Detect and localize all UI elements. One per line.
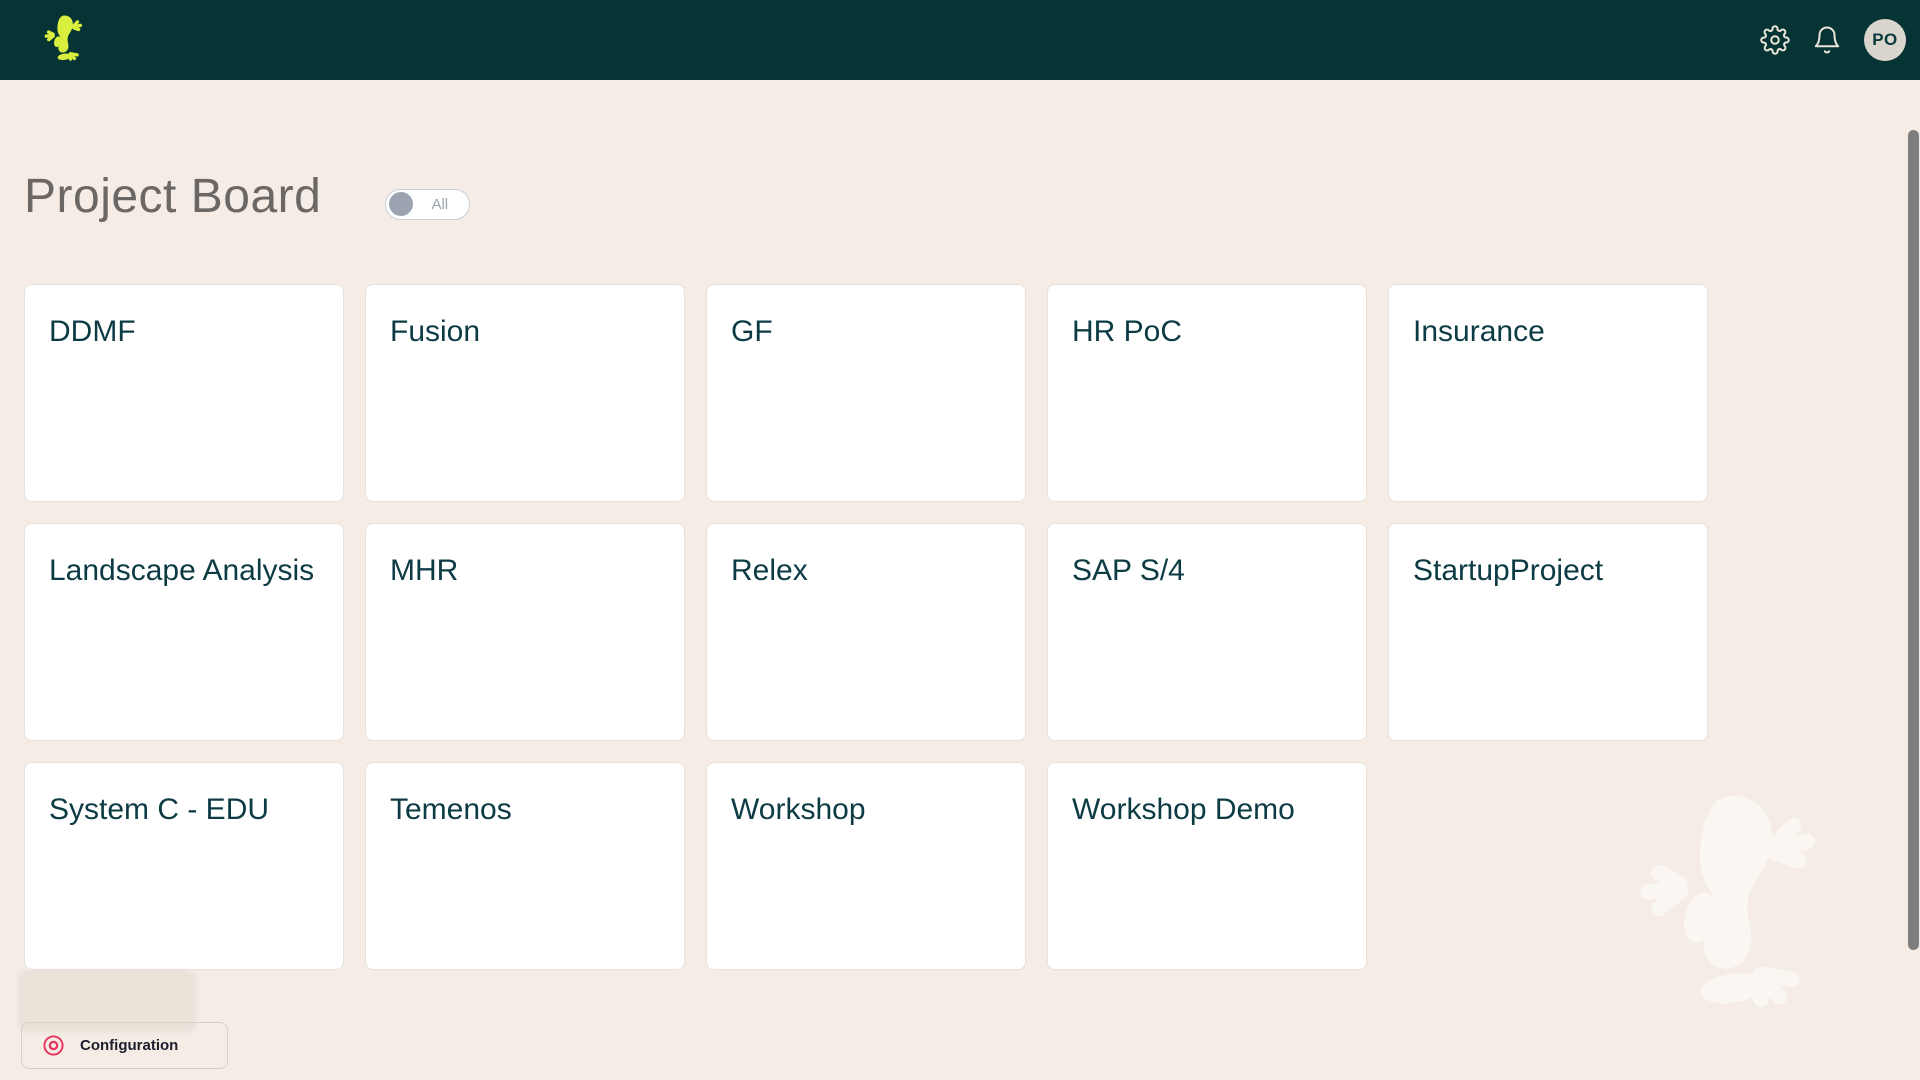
notification-bell-icon[interactable] bbox=[1812, 25, 1842, 55]
header-actions: PO bbox=[1760, 19, 1906, 61]
project-card[interactable]: GF bbox=[706, 284, 1026, 502]
project-card-title: Workshop Demo bbox=[1072, 789, 1342, 831]
page-title: Project Board bbox=[24, 166, 321, 228]
project-card[interactable]: StartupProject bbox=[1388, 523, 1708, 741]
project-card[interactable]: Temenos bbox=[365, 762, 685, 970]
app-header: PO bbox=[0, 0, 1920, 80]
frog-logo-icon[interactable] bbox=[42, 13, 84, 67]
project-card[interactable]: DDMF bbox=[24, 284, 344, 502]
project-card[interactable]: MHR bbox=[365, 523, 685, 741]
toggle-knob[interactable] bbox=[389, 192, 413, 216]
project-card[interactable]: Landscape Analysis bbox=[24, 523, 344, 741]
project-card-title: Landscape Analysis bbox=[49, 550, 319, 592]
scrollbar-thumb[interactable] bbox=[1908, 130, 1919, 950]
project-card[interactable]: SAP S/4 bbox=[1047, 523, 1367, 741]
project-card[interactable]: Relex bbox=[706, 523, 1026, 741]
project-card[interactable]: System C - EDU bbox=[24, 762, 344, 970]
project-card[interactable]: Workshop bbox=[706, 762, 1026, 970]
main-content: Project Board All DDMF Fusion GF HR PoC … bbox=[0, 80, 1920, 970]
project-card[interactable]: Fusion bbox=[365, 284, 685, 502]
settings-gear-icon[interactable] bbox=[1760, 25, 1790, 55]
project-card-title: HR PoC bbox=[1072, 311, 1342, 353]
title-row: Project Board All bbox=[24, 166, 1896, 228]
toggle-label: All bbox=[413, 196, 469, 213]
project-card-title: Workshop bbox=[731, 789, 1001, 831]
project-card-title: Relex bbox=[731, 550, 1001, 592]
project-card-title: SAP S/4 bbox=[1072, 550, 1342, 592]
record-circle-icon bbox=[42, 1034, 65, 1057]
configuration-label: Configuration bbox=[80, 1037, 178, 1054]
project-card-title: Insurance bbox=[1413, 311, 1683, 353]
project-card[interactable]: HR PoC bbox=[1047, 284, 1367, 502]
project-card-title: StartupProject bbox=[1413, 550, 1683, 592]
project-card-title: DDMF bbox=[49, 311, 319, 353]
project-card-title: GF bbox=[731, 311, 1001, 353]
project-card-title: System C - EDU bbox=[49, 789, 319, 831]
project-card-title: Temenos bbox=[390, 789, 660, 831]
project-grid: DDMF Fusion GF HR PoC Insurance Landscap… bbox=[24, 284, 1896, 970]
project-card[interactable]: Workshop Demo bbox=[1047, 762, 1367, 970]
user-avatar[interactable]: PO bbox=[1864, 19, 1906, 61]
project-card-title: MHR bbox=[390, 550, 660, 592]
project-card-title: Fusion bbox=[390, 311, 660, 353]
all-filter-toggle[interactable]: All bbox=[385, 189, 470, 220]
configuration-button[interactable]: Configuration bbox=[21, 1022, 228, 1069]
project-card[interactable]: Insurance bbox=[1388, 284, 1708, 502]
